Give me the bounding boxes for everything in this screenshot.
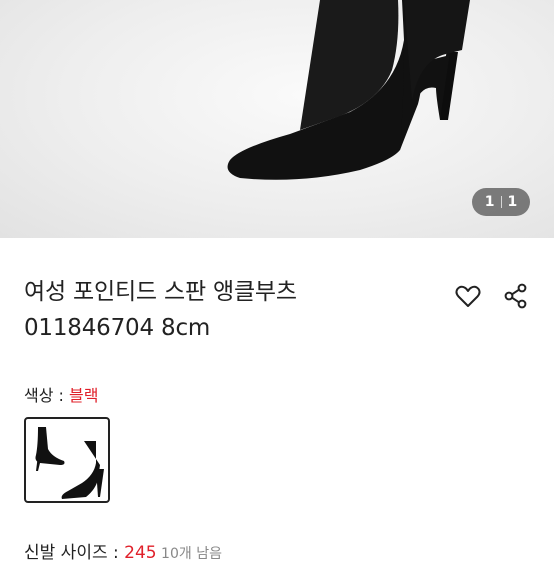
image-counter: 1 1 [472,188,530,216]
share-button[interactable] [502,282,530,310]
product-title: 여성 포인티드 스판 앵클부츠 011846704 8cm [24,274,444,346]
swatch-thumbnail [35,427,104,499]
color-label: 색상 : [24,386,70,405]
product-image-gallery[interactable]: 1 1 [0,0,554,238]
color-value: 블랙 [69,386,99,405]
heart-icon [455,285,481,307]
product-name: 여성 포인티드 스판 앵클부츠 [24,279,297,305]
wishlist-button[interactable] [454,282,482,310]
size-label: 신발 사이즈 : [24,543,125,563]
share-icon [504,283,527,309]
color-option-row: 색상 : 블랙 [24,382,98,406]
product-image [227,0,470,180]
size-value[interactable]: 245 [124,543,156,563]
product-code: 011846704 8cm [24,315,211,341]
stock-count: 10개 남음 [156,546,222,562]
color-swatch-black[interactable] [24,417,110,503]
image-counter-current: 1 [484,194,495,210]
size-option-row: 신발 사이즈 : 245 10개 남음 [24,538,222,563]
image-counter-total: 1 [507,194,518,210]
image-counter-divider [500,196,502,208]
